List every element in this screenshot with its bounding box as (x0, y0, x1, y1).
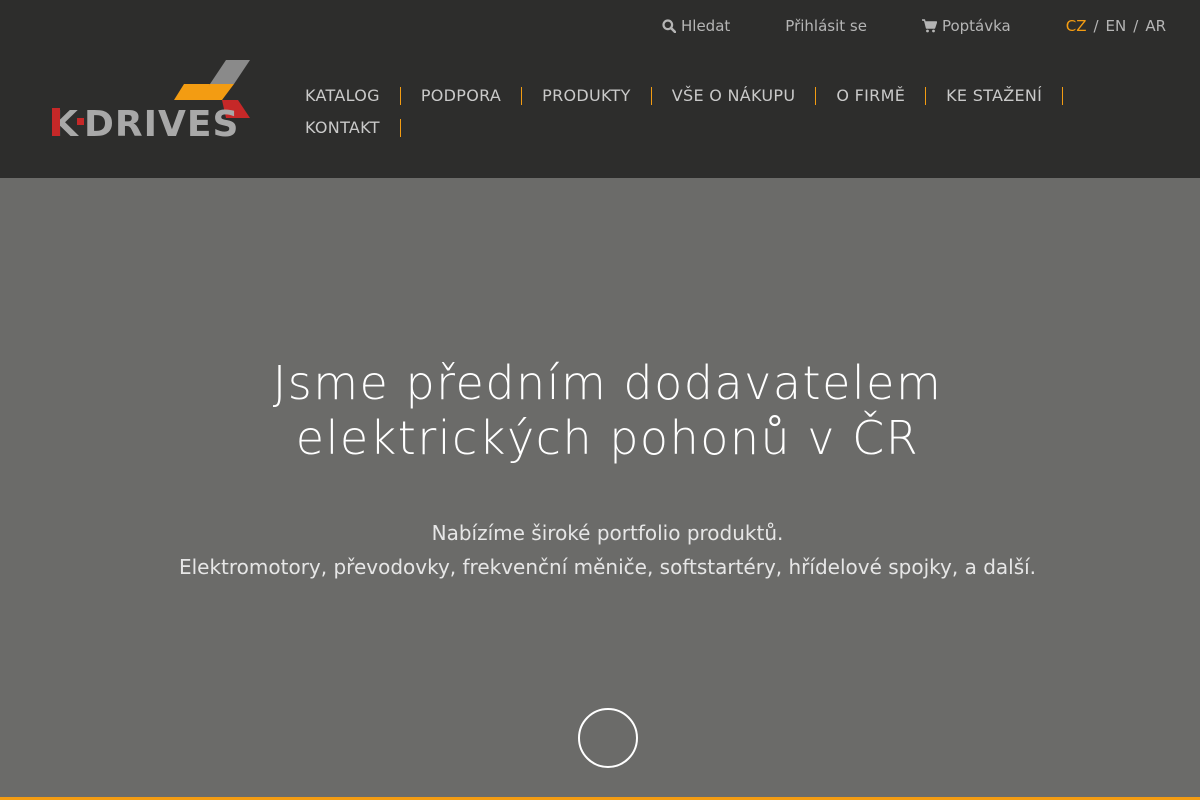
nav-label: VŠE O NÁKUPU (671, 86, 796, 105)
nav-separator (399, 87, 401, 105)
lang-cz[interactable]: CZ (1066, 17, 1087, 35)
nav-item-katalog[interactable]: KATALOG (305, 86, 421, 106)
cart-label: Poptávka (941, 17, 1011, 35)
scroll-down-button[interactable] (578, 708, 638, 768)
login-link[interactable]: Přihlásit se (785, 17, 867, 35)
cart-icon (921, 19, 937, 33)
nav-item-o-firme[interactable]: O FIRMĚ (836, 86, 946, 106)
hero-title: Jsme předním dodavatelem elektrických po… (0, 356, 1200, 466)
nav-separator (521, 87, 523, 105)
nav-label: PODPORA (420, 86, 502, 105)
hero-title-line1: Jsme předním dodavatelem (272, 356, 943, 410)
lang-ar[interactable]: AR (1145, 17, 1166, 35)
lang-separator: / (1133, 17, 1139, 35)
lang-en[interactable]: EN (1106, 17, 1127, 35)
language-switcher: CZ / EN / AR (1066, 17, 1166, 35)
hero-title-line2: elektrických pohonů v ČR (295, 411, 920, 465)
nav-separator (815, 87, 817, 105)
hero-subtitle-line2: Elektromotory, převodovky, frekvenční mě… (178, 555, 1037, 579)
nav-separator (399, 119, 401, 137)
nav-label: KONTAKT (305, 118, 380, 137)
site-header: Hledat Přihlásit se Poptávka CZ / EN / A… (0, 0, 1200, 178)
hero-subtitle-line1: Nabízíme široké portfolio produktů. (431, 521, 784, 545)
nav-label: KATALOG (305, 86, 380, 105)
login-label: Přihlásit se (785, 17, 867, 35)
inquiry-cart-link[interactable]: Poptávka (921, 17, 1011, 35)
nav-item-ke-stazeni[interactable]: KE STAŽENÍ (946, 86, 1083, 106)
logo-mark: K DRIVES (50, 60, 250, 145)
nav-separator (1062, 87, 1064, 105)
svg-text:DRIVES: DRIVES (84, 104, 239, 140)
hero-section: Jsme předním dodavatelem elektrických po… (0, 178, 1200, 800)
search-label: Hledat (681, 17, 731, 35)
top-bar: Hledat Přihlásit se Poptávka CZ / EN / A… (662, 17, 1166, 35)
search-icon (662, 19, 676, 33)
nav-separator (650, 87, 652, 105)
nav-item-produkty[interactable]: PRODUKTY (542, 86, 672, 106)
nav-label: O FIRMĚ (836, 86, 906, 105)
kdrives-logo[interactable]: K DRIVES (50, 58, 252, 145)
nav-item-podpora[interactable]: PODPORA (421, 86, 542, 106)
search-link[interactable]: Hledat (662, 17, 730, 35)
nav-separator (925, 87, 927, 105)
nav-item-kontakt[interactable]: KONTAKT (305, 118, 421, 138)
nav-label: PRODUKTY (542, 86, 631, 105)
hero-subtitle: Nabízíme široké portfolio produktů. Elek… (0, 516, 1200, 584)
lang-separator: / (1093, 17, 1099, 35)
nav-item-vse-o-nakupu[interactable]: VŠE O NÁKUPU (672, 86, 837, 106)
nav-label: KE STAŽENÍ (946, 86, 1043, 105)
main-nav: KATALOG PODPORA PRODUKTY VŠE O NÁKUPU O … (305, 86, 1085, 138)
